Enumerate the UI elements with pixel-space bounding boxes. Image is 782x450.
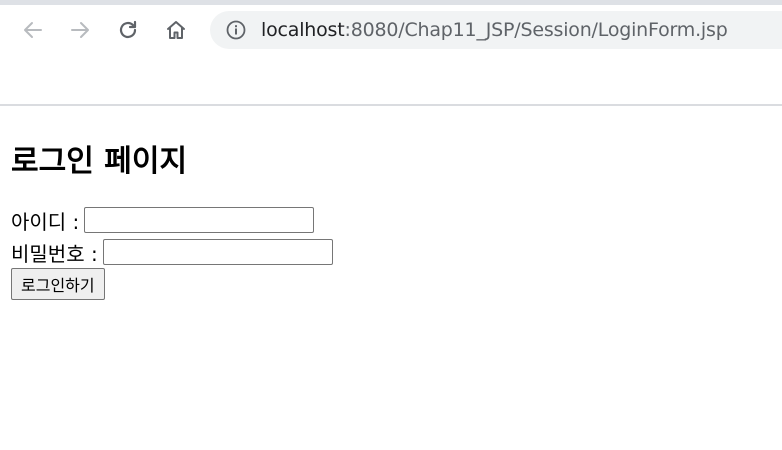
url-host: localhost: [261, 19, 345, 41]
reload-icon: [119, 20, 137, 39]
id-input[interactable]: [84, 207, 315, 233]
home-button[interactable]: [161, 15, 191, 45]
id-row: 아이디 :: [11, 205, 315, 235]
arrow-left-icon: [24, 22, 42, 38]
forward-button[interactable]: [65, 15, 95, 45]
address-bar[interactable]: localhost:8080/Chap11_JSP/Session/LoginF…: [210, 11, 782, 49]
id-label: 아이디 :: [11, 209, 80, 234]
arrow-right-icon: [71, 22, 89, 38]
home-icon: [167, 21, 185, 39]
back-button[interactable]: [18, 15, 48, 45]
password-label: 비밀번호 :: [11, 241, 98, 266]
login-button[interactable]: 로그인하기: [11, 268, 105, 300]
browser-toolbar: localhost:8080/Chap11_JSP/Session/LoginF…: [0, 5, 782, 59]
page-title: 로그인 페이지: [11, 144, 188, 179]
url-path: :8080/Chap11_JSP/Session/LoginForm.jsp: [344, 19, 728, 41]
toolbar-divider: [0, 104, 782, 106]
info-icon[interactable]: [226, 20, 246, 40]
password-row: 비밀번호 :: [11, 237, 333, 267]
url-text[interactable]: localhost:8080/Chap11_JSP/Session/LoginF…: [261, 11, 728, 49]
reload-button[interactable]: [113, 15, 143, 45]
password-input[interactable]: [102, 239, 333, 265]
